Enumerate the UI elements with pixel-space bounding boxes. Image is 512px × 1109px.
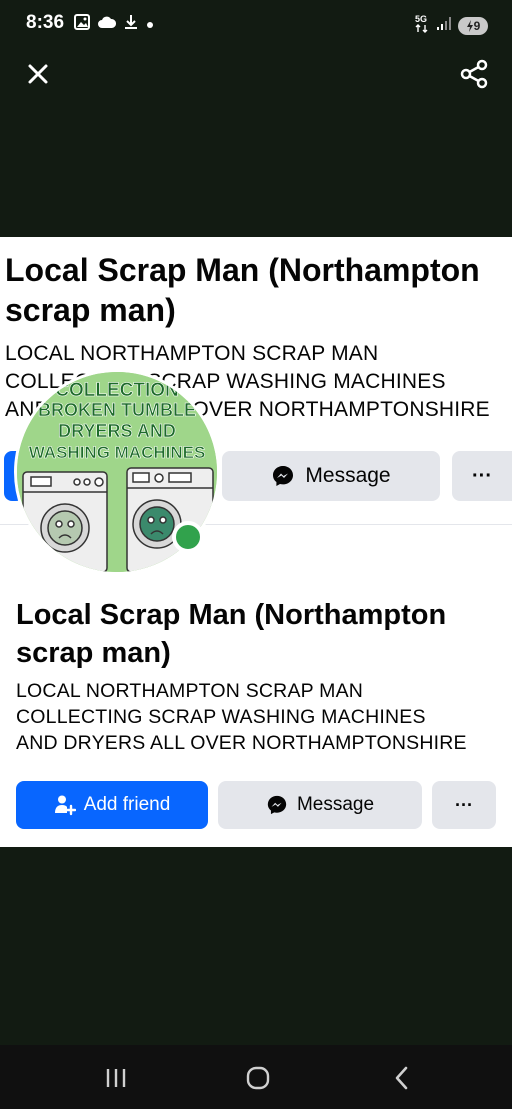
battery-level: 9 (473, 18, 481, 33)
profile-bio: LOCAL NORTHAMPTON SCRAP MAN COLLECTING S… (16, 678, 506, 756)
more-icon: ··· (455, 794, 473, 815)
home-icon (246, 1066, 270, 1090)
more-button[interactable]: ··· (432, 781, 496, 829)
status-notification-icons (74, 14, 154, 35)
bio-line: LOCAL NORTHAMPTON SCRAP MAN (5, 342, 379, 365)
image-icon (74, 14, 90, 35)
bio-line: AND DRYERS ALL OVER NORTHAMPTONSHIRE (16, 732, 467, 754)
message-button-large[interactable]: Message (222, 451, 440, 501)
close-icon (28, 64, 48, 84)
status-time: 8:36 (26, 12, 65, 33)
profile-actions: Add friend Message ··· (0, 781, 512, 829)
back-icon (395, 1066, 408, 1090)
avatar-text-line: WASHING MACHINES (29, 443, 206, 462)
online-status-indicator (172, 521, 204, 553)
message-label: Message (305, 464, 391, 487)
5g-icon: 5G (414, 13, 430, 38)
share-icon (460, 59, 488, 89)
battery-icon: 9 (458, 16, 488, 35)
bio-line: COLLECTING SCRAP WASHING MACHINES (16, 706, 426, 728)
avatar-text-line: BROKEN TUMBLE (38, 400, 196, 420)
viewer-toolbar (0, 48, 512, 98)
cloud-icon (98, 15, 117, 34)
recent-apps-button[interactable] (96, 1063, 136, 1093)
download-icon (124, 14, 138, 35)
svg-text:5G: 5G (415, 14, 427, 24)
system-navigation-bar (0, 1045, 512, 1109)
add-friend-button[interactable]: Add friend (16, 781, 208, 829)
message-label: Message (296, 794, 375, 815)
messenger-icon (267, 795, 287, 815)
status-bar: 8:36 5G 9 (0, 0, 512, 48)
add-friend-label: Add friend (83, 794, 171, 815)
more-button-large[interactable]: ··· (452, 451, 512, 501)
bio-line: LOCAL NORTHAMPTON SCRAP MAN (16, 680, 364, 702)
messenger-icon (273, 466, 294, 486)
message-button[interactable]: Message (218, 781, 422, 829)
more-icon: ··· (472, 464, 492, 487)
avatar-text-line: DRYERS AND (58, 421, 176, 441)
recent-apps-icon (106, 1069, 126, 1087)
add-person-icon (54, 795, 76, 816)
profile-name: Local Scrap Man (Northampton scrap man) (16, 599, 447, 669)
profile-name-large: Local Scrap Man (Northampton scrap man) (5, 252, 480, 328)
signal-icon (436, 15, 452, 36)
avatar-text-line: COLLECTION (55, 380, 179, 401)
share-button[interactable] (458, 58, 490, 90)
status-system-icons: 5G 9 (414, 13, 488, 38)
dot-icon (146, 16, 154, 34)
close-button[interactable] (22, 58, 54, 90)
home-button[interactable] (238, 1063, 278, 1093)
back-button[interactable] (382, 1063, 422, 1093)
